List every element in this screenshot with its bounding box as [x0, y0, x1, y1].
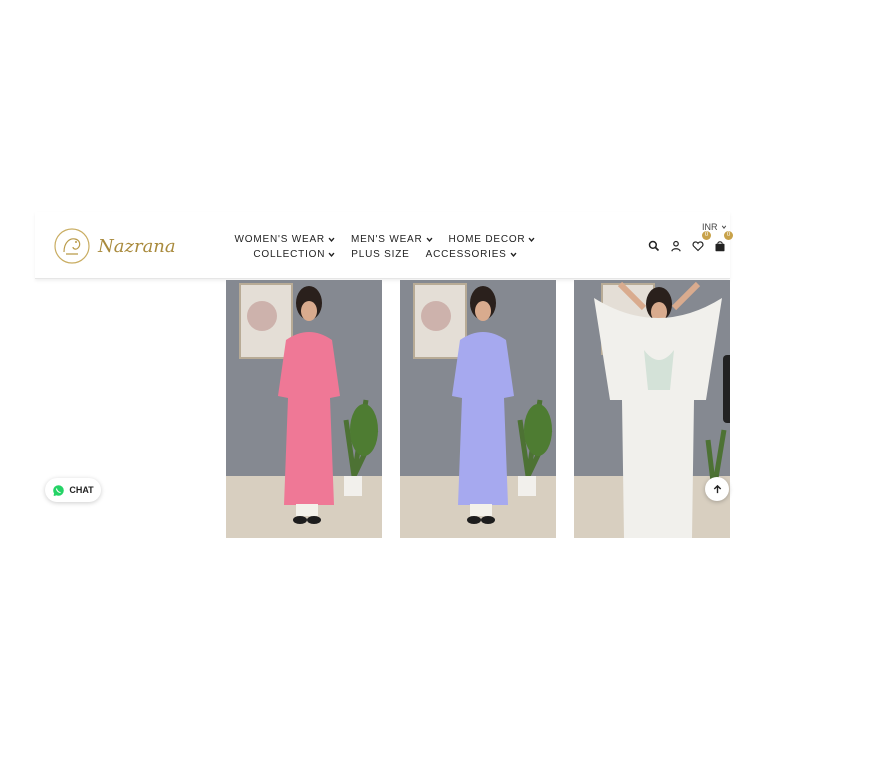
- chat-button[interactable]: CHAT: [45, 478, 101, 502]
- nav-row-2: COLLECTION PLUS SIZE ACCESSORIES: [225, 247, 545, 262]
- logo[interactable]: Nazrana: [54, 226, 184, 266]
- cart-count-badge: 0: [724, 231, 733, 240]
- nav-item-women-s-wear[interactable]: WOMEN'S WEAR: [235, 232, 335, 247]
- product-image: [574, 280, 730, 538]
- chat-label: CHAT: [69, 485, 94, 495]
- site-header: Nazrana WOMEN'S WEAR MEN'S WEAR HOME DECOR…: [35, 212, 733, 279]
- wishlist-count-badge: 0: [702, 231, 711, 240]
- nav-item-label: ACCESSORIES: [425, 249, 507, 260]
- nav-item-label: COLLECTION: [253, 249, 326, 260]
- nav-item-label: HOME DECOR: [448, 234, 526, 245]
- product-image: [400, 280, 556, 538]
- bag-icon: [715, 240, 724, 251]
- account-button[interactable]: [668, 238, 683, 253]
- user-icon: [670, 240, 681, 251]
- nav-item-label: MEN'S WEAR: [350, 234, 423, 245]
- main-nav: WOMEN'S WEAR MEN'S WEAR HOME DECOR COLLECT…: [225, 232, 545, 262]
- chevron-down-icon: [328, 252, 335, 257]
- brand-name: Nazrana: [98, 235, 176, 257]
- product-card[interactable]: [400, 280, 556, 538]
- dress-shape: [278, 332, 340, 505]
- wishlist-button[interactable]: 0: [690, 231, 711, 253]
- nav-item-men-s-wear[interactable]: MEN'S WEAR: [351, 232, 433, 247]
- arrow-up-icon: [713, 484, 721, 493]
- product-card[interactable]: [574, 280, 730, 538]
- product-image: [226, 280, 382, 538]
- nav-item-plus-size[interactable]: PLUS SIZE: [351, 247, 409, 262]
- cart-button[interactable]: 0: [712, 231, 733, 253]
- heart-icon: [692, 240, 703, 251]
- logo-mark-icon: [54, 228, 90, 264]
- whatsapp-icon: [53, 484, 65, 496]
- side-panel-tab[interactable]: [723, 355, 730, 423]
- search-icon: [648, 240, 659, 251]
- header-icons: 0 0: [646, 231, 733, 253]
- nav-item-home-decor[interactable]: HOME DECOR: [449, 232, 536, 247]
- chevron-down-icon: [721, 225, 726, 229]
- nav-item-label: PLUS SIZE: [351, 249, 410, 260]
- nav-row-1: WOMEN'S WEAR MEN'S WEAR HOME DECOR: [225, 232, 545, 247]
- nav-item-accessories[interactable]: ACCESSORIES: [426, 247, 517, 262]
- scroll-to-top-button[interactable]: [705, 477, 729, 501]
- chevron-down-icon: [426, 237, 433, 242]
- product-carousel: [226, 280, 730, 538]
- search-button[interactable]: [646, 238, 661, 253]
- nav-item-collection[interactable]: COLLECTION: [253, 247, 335, 262]
- product-card[interactable]: [226, 280, 382, 538]
- dress-shape: [452, 332, 514, 505]
- chevron-down-icon: [510, 252, 517, 257]
- chevron-down-icon: [328, 237, 335, 242]
- chevron-down-icon: [528, 237, 535, 242]
- nav-item-label: WOMEN'S WEAR: [234, 234, 325, 245]
